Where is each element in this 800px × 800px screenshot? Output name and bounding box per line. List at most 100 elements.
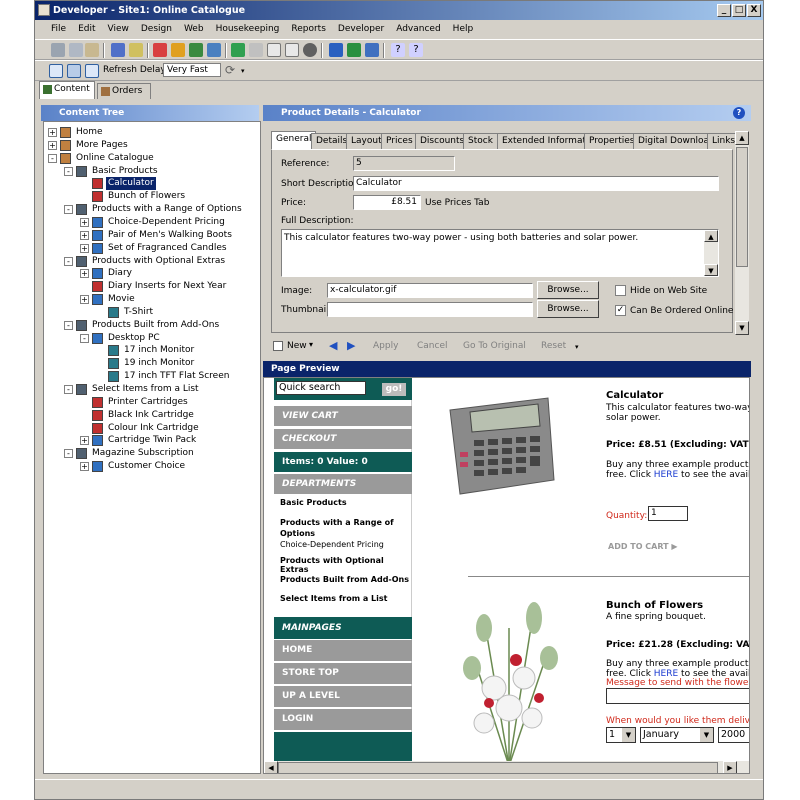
tree-item[interactable]: - Products with Optional Extras <box>44 255 260 268</box>
go-to-original-button[interactable]: Go To Original <box>463 341 526 351</box>
expand-icon[interactable]: + <box>80 243 89 253</box>
dept-add-ons[interactable]: Products Built from Add-Ons <box>280 575 409 584</box>
up-a-level-link[interactable]: UP A LEVEL <box>274 686 412 707</box>
view-cart-link[interactable]: VIEW CART <box>274 406 412 426</box>
dept-range-sub[interactable]: Choice-Dependent Pricing <box>280 540 384 549</box>
next-icon[interactable]: ▶ <box>347 339 355 352</box>
tree-item[interactable]: + Customer Choice <box>44 460 260 473</box>
image-browse-button[interactable]: Browse... <box>537 281 599 299</box>
thumbnail-field[interactable] <box>327 302 533 317</box>
stop-icon[interactable] <box>303 43 317 57</box>
tab-properties[interactable]: Properties <box>584 133 640 149</box>
go-button[interactable]: go! <box>382 383 406 396</box>
copy-icon[interactable] <box>69 43 83 57</box>
collapse-icon[interactable]: - <box>64 449 73 459</box>
scroll-right-icon[interactable]: ▶ <box>723 761 737 773</box>
product-title-calculator[interactable]: Calculator <box>606 390 663 401</box>
apply-button[interactable]: Apply <box>373 341 398 351</box>
scroll-left-icon[interactable]: ◀ <box>264 761 278 773</box>
properties-icon[interactable] <box>111 43 125 57</box>
tab-orders[interactable]: Orders <box>97 83 151 99</box>
tab-general[interactable]: General <box>271 131 317 149</box>
scroll-down-icon[interactable]: ▼ <box>735 321 749 335</box>
tree-item[interactable]: Black Ink Cartridge <box>44 409 260 422</box>
price-field[interactable]: £8.51 <box>353 195 421 210</box>
tree-item[interactable]: 19 inch Monitor <box>44 357 260 370</box>
minimize-button[interactable]: _ <box>717 4 731 17</box>
delivery-day-select[interactable]: 1 ▼ <box>606 727 636 743</box>
tree-item[interactable]: T-Shirt <box>44 306 260 319</box>
image-field[interactable]: x-calculator.gif <box>327 283 533 298</box>
tree-item[interactable]: + Diary <box>44 267 260 280</box>
delivery-month-select[interactable]: January ▼ <box>640 727 714 743</box>
cancel-button[interactable]: Cancel <box>417 341 448 351</box>
menu-edit[interactable]: Edit <box>72 20 101 39</box>
paste-icon[interactable] <box>85 43 99 57</box>
quick-search-input[interactable]: Quick search <box>276 381 366 395</box>
layout-single-icon[interactable] <box>49 64 63 78</box>
tree-item[interactable]: + More Pages <box>44 139 260 152</box>
scroll-up-icon[interactable]: ▲ <box>735 131 749 145</box>
scroll-thumb[interactable] <box>736 147 748 267</box>
tree-item[interactable]: - Basic Products <box>44 165 260 178</box>
menu-developer[interactable]: Developer <box>332 20 390 39</box>
preview-icon[interactable] <box>285 43 299 57</box>
tree-item[interactable]: - Select Items from a List <box>44 383 260 396</box>
menu-housekeeping[interactable]: Housekeeping <box>210 20 286 39</box>
menu-reports[interactable]: Reports <box>285 20 332 39</box>
help-icon[interactable]: ? <box>733 107 745 119</box>
menu-view[interactable]: View <box>102 20 135 39</box>
refresh-delay-select[interactable]: Very Fast <box>163 63 221 77</box>
collapse-icon[interactable]: - <box>64 205 73 215</box>
help-icon[interactable]: ? <box>391 43 405 57</box>
chevron-down-icon[interactable]: ▾ <box>575 343 579 351</box>
scroll-up-icon[interactable]: ▲ <box>704 230 718 242</box>
dept-range-options[interactable]: Products with a Range of Options Choice-D… <box>280 517 404 550</box>
collapse-icon[interactable]: - <box>80 333 89 343</box>
tree-item[interactable]: + Pair of Men's Walking Boots <box>44 229 260 242</box>
layout-horizontal-icon[interactable] <box>85 64 99 78</box>
close-button[interactable]: X <box>747 4 761 17</box>
add-to-cart-button[interactable]: ADD TO CART ▶ <box>608 542 678 551</box>
new-dropdown-icon[interactable]: ▾ <box>309 340 313 349</box>
tree-item[interactable]: + Movie <box>44 293 260 306</box>
tree-item[interactable]: Bunch of Flowers <box>44 190 260 203</box>
expand-icon[interactable]: + <box>80 295 89 305</box>
tree-item[interactable]: + Choice-Dependent Pricing <box>44 216 260 229</box>
menu-design[interactable]: Design <box>135 20 178 39</box>
folder-icon[interactable] <box>129 43 143 57</box>
product-icon[interactable] <box>189 43 203 57</box>
menu-help[interactable]: Help <box>447 20 480 39</box>
login-link[interactable]: LOGIN <box>274 709 412 730</box>
delivery-year-select[interactable]: 2000 <box>718 727 749 743</box>
tab-prices[interactable]: Prices <box>381 133 418 149</box>
catalog-icon[interactable] <box>171 43 185 57</box>
reset-button[interactable]: Reset <box>541 341 566 351</box>
tree-item[interactable]: Diary Inserts for Next Year <box>44 280 260 293</box>
tree-item[interactable]: - Online Catalogue <box>44 152 260 165</box>
dept-basic-products[interactable]: Basic Products <box>280 498 347 507</box>
scroll-thumb[interactable] <box>278 762 718 773</box>
previous-icon[interactable]: ◀ <box>329 339 337 352</box>
menu-web[interactable]: Web <box>178 20 210 39</box>
content-tree[interactable]: + Home + More Pages - Online Catalogue - Basic … <box>43 121 261 774</box>
collapse-icon[interactable]: - <box>64 166 73 176</box>
collapse-icon[interactable]: - <box>48 153 57 163</box>
tree-item[interactable]: - Desktop PC <box>44 332 260 345</box>
collapse-icon[interactable]: - <box>64 256 73 266</box>
checkout-link[interactable]: CHECKOUT <box>274 429 412 449</box>
message-input[interactable] <box>606 688 749 704</box>
collapse-icon[interactable]: - <box>64 320 73 330</box>
expand-icon[interactable]: + <box>80 230 89 240</box>
maximize-button[interactable]: □ <box>732 4 746 17</box>
product-title-flowers[interactable]: Bunch of Flowers <box>606 600 703 611</box>
hide-on-web-site-checkbox[interactable] <box>615 285 626 296</box>
expand-icon[interactable]: + <box>48 128 57 137</box>
full-description-field[interactable]: This calculator features two-way power -… <box>281 229 719 277</box>
print-icon[interactable] <box>249 43 263 57</box>
expand-icon[interactable]: + <box>48 140 57 150</box>
layout-split-icon[interactable] <box>67 64 81 78</box>
description-scrollbar[interactable]: ▲ ▼ <box>704 230 718 276</box>
store-top-link[interactable]: STORE TOP <box>274 663 412 684</box>
title-bar[interactable]: Developer - Site1: Online Catalogue _ □ … <box>35 1 763 20</box>
